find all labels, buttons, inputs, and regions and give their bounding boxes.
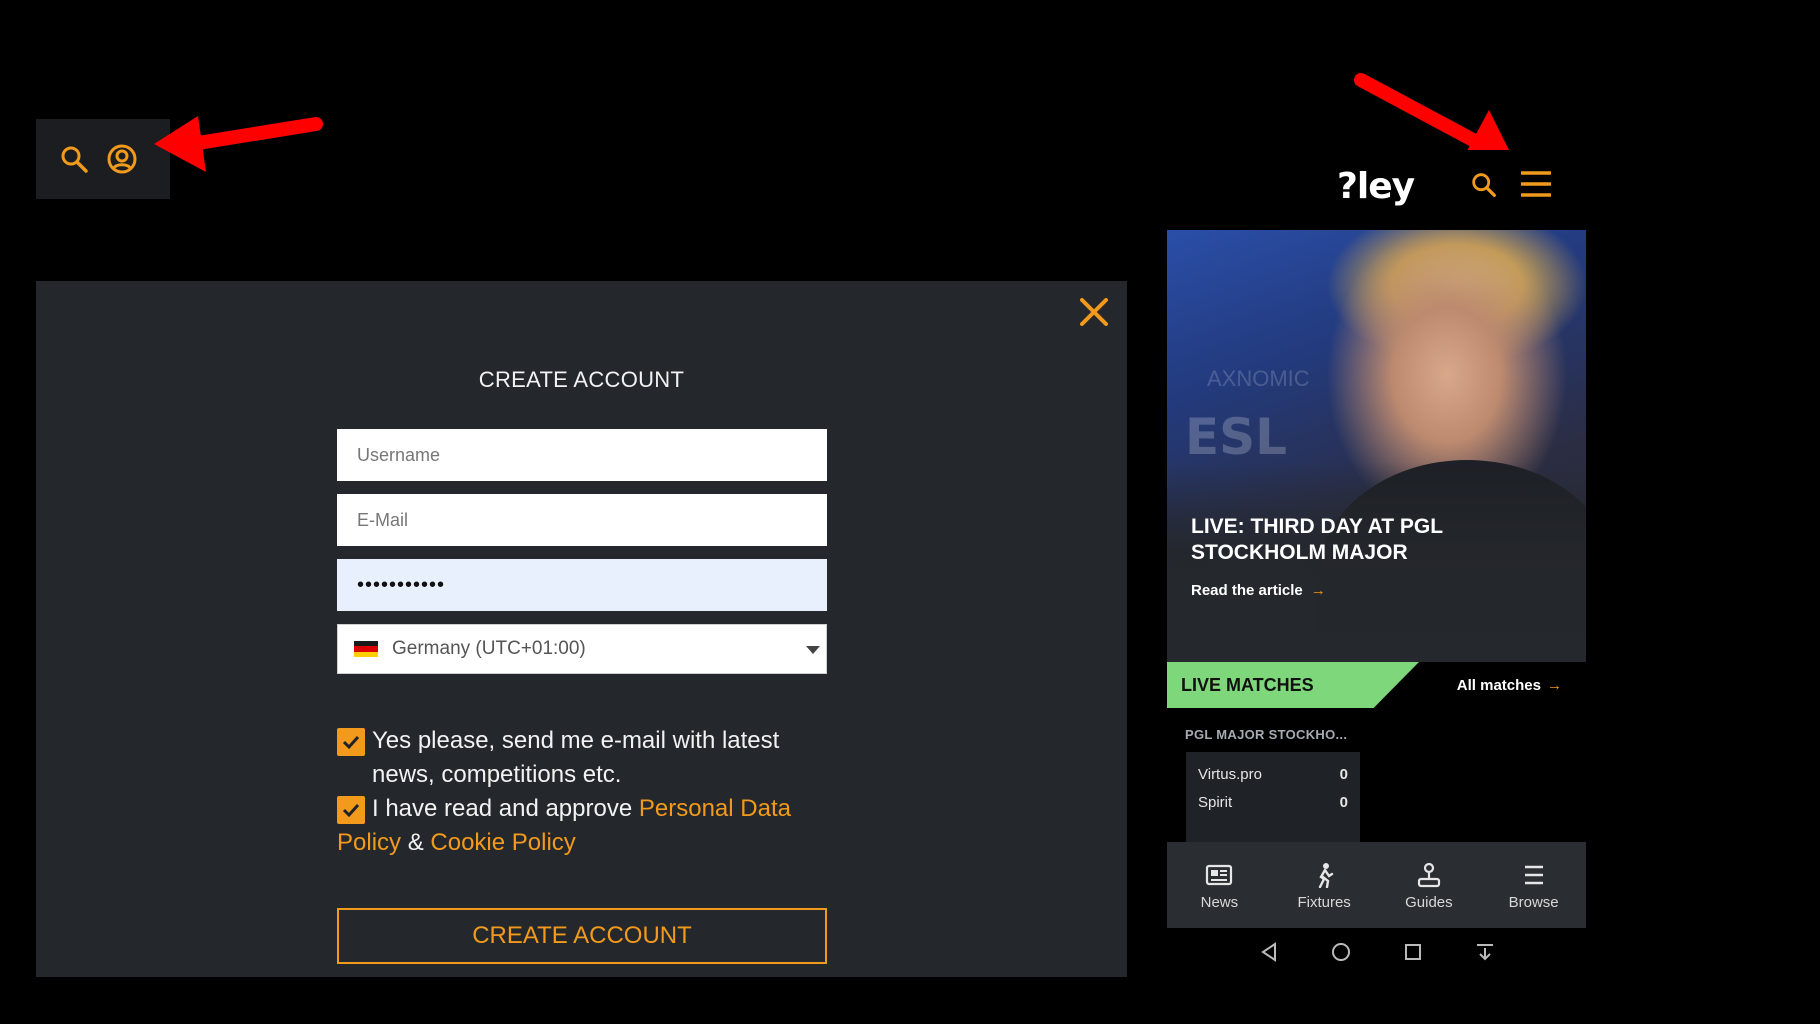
policy-label: I have read and approve Personal Data Po… <box>337 792 827 860</box>
policy-ampersand: & <box>407 829 424 856</box>
hero-article[interactable]: AXNOMIC ESL LIVE: THIRD DAY AT PGL STOCK… <box>1167 230 1586 662</box>
bottom-navigation: News Fixtures Guides Browse <box>1167 842 1586 928</box>
chevron-down-icon <box>806 646 820 654</box>
timezone-value: Germany (UTC+01:00) <box>392 638 586 659</box>
newspaper-icon <box>1206 864 1233 886</box>
timezone-select[interactable]: Germany (UTC+01:00) <box>337 624 827 674</box>
site-logo[interactable]: ?ley <box>1337 166 1415 207</box>
username-input[interactable] <box>337 429 827 481</box>
nav-label-guides: Guides <box>1405 894 1453 911</box>
tournament-name: PGL MAJOR STOCKHO... <box>1185 727 1348 742</box>
hero-background-logo: ESL <box>1185 408 1288 466</box>
nav-item-news[interactable]: News <box>1167 842 1272 928</box>
close-button[interactable] <box>1073 291 1115 333</box>
menu-icon <box>1524 865 1543 885</box>
nav-item-guides[interactable]: Guides <box>1377 842 1482 928</box>
hero-background-text: AXNOMIC <box>1207 366 1310 391</box>
recents-icon[interactable] <box>1400 939 1426 965</box>
create-account-button[interactable]: CREATE ACCOUNT <box>337 908 827 964</box>
hamburger-menu-icon[interactable] <box>1519 168 1553 200</box>
modal-title: CREATE ACCOUNT <box>478 367 685 392</box>
team-name: Spirit <box>1198 794 1233 811</box>
team-row: Virtus.pro 0 <box>1198 766 1348 794</box>
all-matches-label: All matches <box>1456 677 1541 694</box>
germany-flag-icon <box>354 641 378 657</box>
create-account-modal: CREATE ACCOUNT Germany (UTC+01:00) Yes p… <box>36 281 1127 977</box>
hero-title: LIVE: THIRD DAY AT PGL STOCKHOLM MAJOR <box>1191 515 1443 564</box>
live-matches-label: LIVE MATCHES <box>1181 675 1314 695</box>
read-article-link[interactable]: Read the article → <box>1191 582 1326 599</box>
nav-label-fixtures: Fixtures <box>1297 894 1351 911</box>
joystick-icon <box>1417 862 1440 888</box>
mobile-header: ?ley <box>1167 150 1586 230</box>
cookie-policy-link[interactable]: Cookie Policy <box>430 829 575 856</box>
nav-item-fixtures[interactable]: Fixtures <box>1272 842 1377 928</box>
nav-label-news: News <box>1200 894 1239 911</box>
newsletter-label-line2: news, competitions etc. <box>372 761 622 788</box>
team-name: Virtus.pro <box>1198 766 1262 783</box>
live-matches-bar: LIVE MATCHES All matches → <box>1167 662 1586 708</box>
email-input[interactable] <box>337 494 827 546</box>
newsletter-checkbox[interactable] <box>337 728 365 756</box>
home-icon[interactable] <box>1328 939 1354 965</box>
read-article-label: Read the article <box>1191 582 1303 599</box>
match-card[interactable]: Virtus.pro 0 Spirit 0 <box>1186 752 1360 844</box>
policy-checkbox[interactable] <box>337 796 365 824</box>
newsletter-option: Yes please, send me e-mail with latest n… <box>337 724 827 792</box>
all-matches-link[interactable]: All matches → <box>1457 677 1562 694</box>
user-icon[interactable] <box>106 143 138 175</box>
android-system-bar <box>1167 928 1586 976</box>
team-score: 0 <box>1339 794 1348 811</box>
back-icon[interactable] <box>1256 939 1282 965</box>
close-icon <box>1080 298 1108 326</box>
signup-form: Germany (UTC+01:00) Yes please, send me … <box>337 429 827 860</box>
arrow-right-icon: → <box>1310 582 1326 599</box>
newsletter-label-line1: Yes please, send me e-mail with latest <box>372 727 780 754</box>
search-icon[interactable] <box>1469 170 1499 200</box>
nav-item-browse[interactable]: Browse <box>1481 842 1586 928</box>
policy-prefix: I have read and approve <box>372 795 633 822</box>
annotation-arrow-user <box>154 116 323 172</box>
policy-option: I have read and approve Personal Data Po… <box>337 792 827 860</box>
checkmark-icon <box>342 735 360 750</box>
player-icon <box>1318 863 1334 888</box>
arrow-right-icon: → <box>1547 677 1562 694</box>
password-input[interactable] <box>337 559 827 611</box>
team-row: Spirit 0 <box>1198 794 1348 822</box>
team-score: 0 <box>1339 766 1348 783</box>
notification-icon[interactable] <box>1472 939 1498 965</box>
nav-label-browse: Browse <box>1508 894 1559 911</box>
checkmark-icon <box>342 803 360 818</box>
search-icon[interactable] <box>58 143 90 175</box>
